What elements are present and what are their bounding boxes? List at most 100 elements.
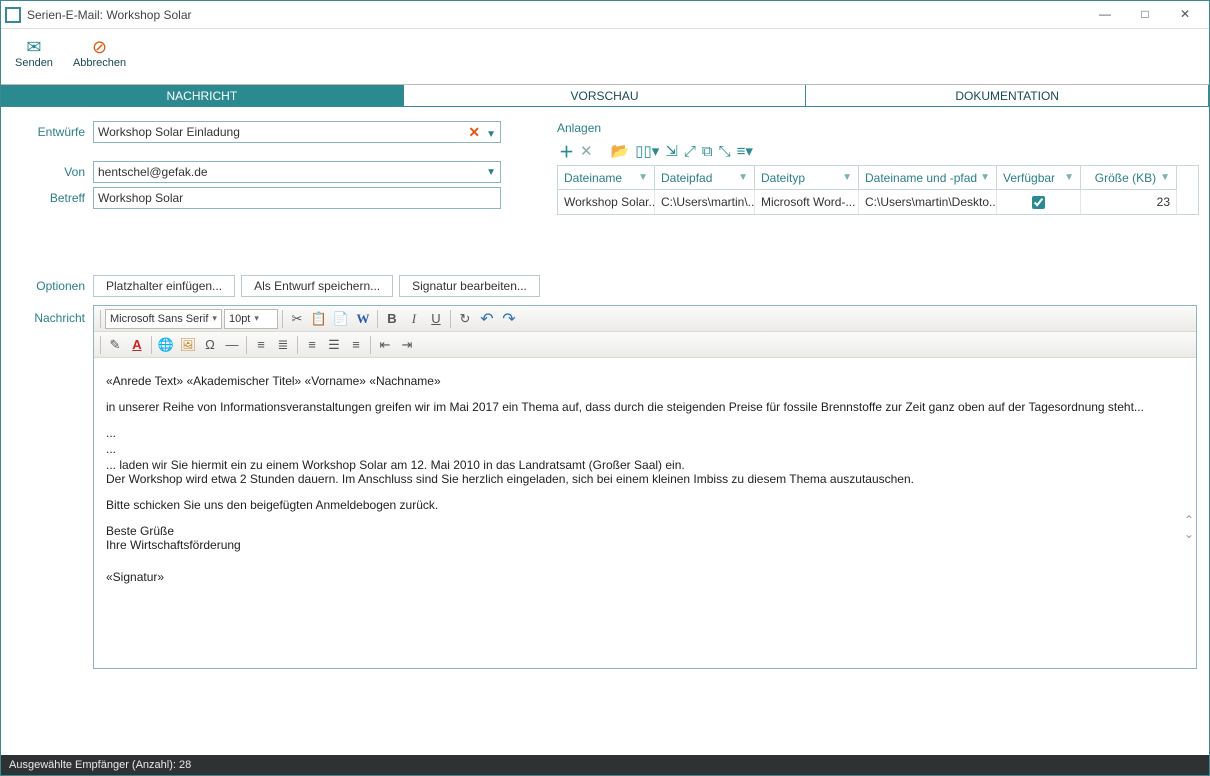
word-icon[interactable]: W (353, 309, 373, 329)
form-area: Entwürfe Workshop Solar Einladung ✕▼ Von… (1, 107, 1209, 215)
link-icon[interactable]: 🌐 (156, 335, 176, 355)
subject-label: Betreff (11, 191, 93, 205)
textcolor-icon[interactable]: A (127, 335, 147, 355)
tab-preview[interactable]: VORSCHAU (404, 85, 807, 106)
scroll-hint-icon[interactable]: ⌃⌄ (1184, 513, 1194, 541)
window-title: Serien-E-Mail: Workshop Solar (27, 8, 1085, 22)
columns-icon[interactable]: ▯▯▾ (635, 142, 659, 160)
paste-icon[interactable]: 📄 (331, 309, 351, 329)
copy-icon[interactable]: 📋 (309, 309, 329, 329)
list-icon[interactable]: ≡▾ (737, 142, 753, 160)
filter-icon[interactable]: ▼ (980, 172, 990, 183)
symbol-icon[interactable]: Ω (200, 335, 220, 355)
indent-icon[interactable]: ⇥ (397, 335, 417, 355)
tool2-icon[interactable]: ⤢ (684, 143, 696, 160)
send-button[interactable]: ✉ Senden (9, 33, 59, 69)
send-icon: ✉ (26, 35, 41, 59)
filter-icon[interactable]: ▼ (1064, 172, 1074, 183)
tab-message[interactable]: NACHRICHT (1, 85, 404, 106)
drafts-value: Workshop Solar Einladung (98, 125, 240, 139)
maximize-button[interactable]: □ (1125, 3, 1165, 27)
chevron-down-icon[interactable]: ▼ (486, 167, 496, 178)
undo-icon[interactable]: ↶ (477, 309, 497, 329)
col-name[interactable]: Dateiname▼ (558, 166, 655, 190)
col-path[interactable]: Dateipfad▼ (655, 166, 755, 190)
refresh-icon[interactable]: ↻ (455, 309, 475, 329)
from-input[interactable]: hentschel@gefak.de ▼ (93, 161, 501, 183)
statusbar: Ausgewählte Empfänger (Anzahl): 28 (1, 755, 1209, 775)
delete-icon[interactable]: ✕ (580, 142, 593, 160)
chevron-down-icon[interactable]: ▼ (486, 129, 496, 140)
subject-value: Workshop Solar (98, 191, 183, 205)
drafts-input[interactable]: Workshop Solar Einladung ✕ ▼ (93, 121, 501, 143)
cell-path: C:\Users\martin\... (655, 190, 755, 214)
image-icon[interactable]: 🖼 (178, 335, 198, 355)
filter-icon[interactable]: ▼ (1160, 172, 1170, 183)
body-line: ... (106, 426, 1184, 440)
cancel-button[interactable]: ⊘ Abbrechen (67, 33, 132, 69)
tab-documentation[interactable]: DOKUMENTATION (806, 85, 1209, 106)
add-icon[interactable]: ＋ (559, 141, 574, 162)
cell-type: Microsoft Word-... (755, 190, 859, 214)
edit-signature-button[interactable]: Signatur bearbeiten... (399, 275, 540, 297)
underline-icon[interactable]: U (426, 309, 446, 329)
attachments-grid: Dateiname▼ Dateipfad▼ Dateityp▼ Dateinam… (557, 165, 1199, 215)
redo-icon[interactable]: ↷ (499, 309, 519, 329)
main-toolbar: ✉ Senden ⊘ Abbrechen (1, 29, 1209, 85)
drafts-label: Entwürfe (11, 125, 93, 139)
col-avail[interactable]: Verfügbar▼ (997, 166, 1081, 190)
body-line: ... laden wir Sie hiermit ein zu einem W… (106, 458, 1184, 472)
options-label: Optionen (11, 279, 93, 293)
editor-body[interactable]: «Anrede Text» «Akademischer Titel» «Vorn… (94, 358, 1196, 668)
titlebar: Serien-E-Mail: Workshop Solar — □ ✕ (1, 1, 1209, 29)
message-label: Nachricht (11, 311, 93, 325)
body-line: «Signatur» (106, 570, 1184, 584)
brush-icon[interactable]: ✎ (105, 335, 125, 355)
editor: Microsoft Sans Serif▾ 10pt▾ ✂ 📋 📄 W B I … (93, 305, 1197, 669)
tool3-icon[interactable]: ⧉ (702, 143, 713, 160)
hr-icon[interactable]: — (222, 335, 242, 355)
body-line: Beste Grüße (106, 524, 1184, 538)
left-form: Entwürfe Workshop Solar Einladung ✕▼ Von… (11, 121, 501, 215)
cell-avail[interactable] (997, 190, 1081, 214)
ul-icon[interactable]: ≣ (273, 335, 293, 355)
col-type[interactable]: Dateityp▼ (755, 166, 859, 190)
size-select[interactable]: 10pt▾ (224, 309, 278, 329)
close-button[interactable]: ✕ (1165, 3, 1205, 27)
filter-icon[interactable]: ▼ (738, 172, 748, 183)
filter-icon[interactable]: ▼ (842, 172, 852, 183)
body-line: in unserer Reihe von Informationsveranst… (106, 400, 1184, 414)
clear-icon[interactable]: ✕ (468, 124, 480, 140)
outdent-icon[interactable]: ⇤ (375, 335, 395, 355)
align-right-icon[interactable]: ≡ (346, 335, 366, 355)
bold-icon[interactable]: B (382, 309, 402, 329)
col-namepath[interactable]: Dateiname und -pfad▼ (859, 166, 997, 190)
tabs: NACHRICHT VORSCHAU DOKUMENTATION (1, 85, 1209, 107)
status-text: Ausgewählte Empfänger (Anzahl): 28 (9, 759, 191, 771)
attachments-label: Anlagen (557, 121, 1199, 135)
cancel-icon: ⊘ (92, 35, 107, 59)
ol-icon[interactable]: ≡ (251, 335, 271, 355)
align-center-icon[interactable]: ☰ (324, 335, 344, 355)
from-value: hentschel@gefak.de (98, 165, 208, 179)
folder-icon[interactable]: 📂 (611, 142, 630, 160)
align-left-icon[interactable]: ≡ (302, 335, 322, 355)
font-select[interactable]: Microsoft Sans Serif▾ (105, 309, 222, 329)
filter-icon[interactable]: ▼ (638, 172, 648, 183)
cut-icon[interactable]: ✂ (287, 309, 307, 329)
app-icon (5, 7, 21, 23)
cell-size: 23 (1081, 190, 1177, 214)
attachments-toolbar: ＋ ✕ 📂 ▯▯▾ ⇲ ⤢ ⧉ ⤡ ≡▾ (557, 139, 1199, 163)
italic-icon[interactable]: I (404, 309, 424, 329)
body-line: Bitte schicken Sie uns den beigefügten A… (106, 498, 1184, 512)
subject-input[interactable]: Workshop Solar (93, 187, 501, 209)
col-size[interactable]: Größe (KB)▼ (1081, 166, 1177, 190)
grid-row[interactable]: Workshop Solar... C:\Users\martin\... Mi… (558, 190, 1198, 214)
editor-toolbar-2: ✎ A 🌐 🖼 Ω — ≡ ≣ ≡ ☰ ≡ ⇤ ⇥ (94, 332, 1196, 358)
insert-placeholder-button[interactable]: Platzhalter einfügen... (93, 275, 235, 297)
tool1-icon[interactable]: ⇲ (665, 142, 678, 160)
expand-icon[interactable]: ⤡ (719, 143, 731, 160)
save-draft-button[interactable]: Als Entwurf speichern... (241, 275, 393, 297)
grid-header: Dateiname▼ Dateipfad▼ Dateityp▼ Dateinam… (558, 166, 1198, 190)
minimize-button[interactable]: — (1085, 3, 1125, 27)
